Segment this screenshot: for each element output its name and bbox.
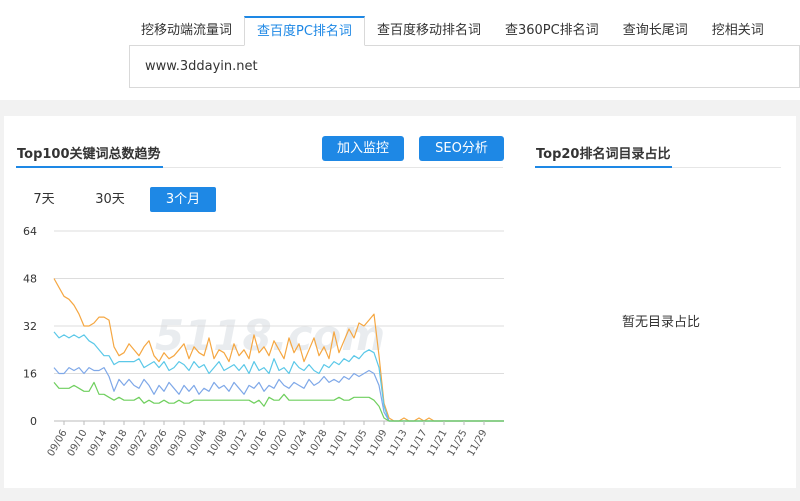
keyword-trend-chart: 5118.com 01632486409/0609/1009/1409/1809…: [23, 225, 504, 458]
x-tick-label: 11/29: [466, 428, 490, 458]
tab-1[interactable]: 查百度PC排名词: [244, 16, 365, 46]
series-line-2: [53, 367, 504, 422]
y-tick-label: 0: [30, 415, 37, 428]
y-tick-label: 32: [23, 320, 37, 333]
series-line-3: [53, 381, 504, 422]
y-tick-label: 16: [23, 368, 37, 381]
y-tick-label: 64: [23, 225, 37, 238]
y-tick-label: 48: [23, 273, 37, 286]
